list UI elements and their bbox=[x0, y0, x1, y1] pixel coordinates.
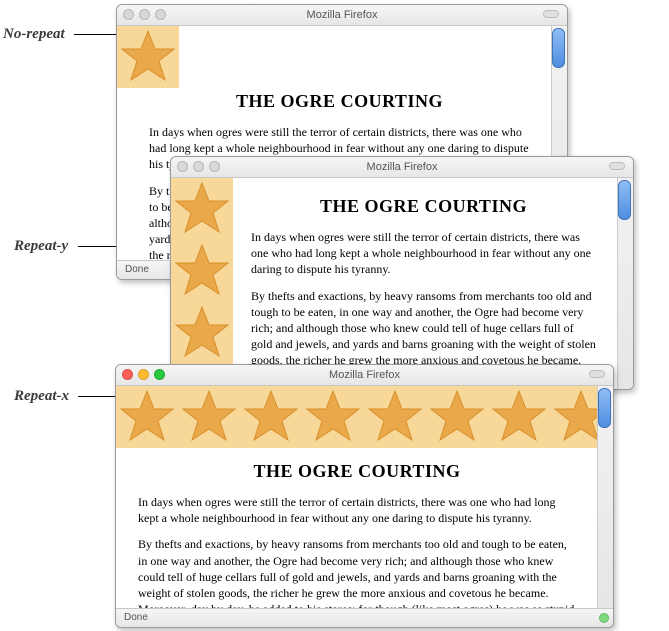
window-title: Mozilla Firefox bbox=[307, 9, 378, 21]
document-heading: THE OGRE COURTING bbox=[138, 461, 576, 482]
label-repeat-y: Repeat-y bbox=[14, 238, 68, 255]
traffic-light-zoom[interactable] bbox=[154, 369, 165, 380]
scrollbar-track[interactable] bbox=[597, 386, 613, 610]
document-heading: THE OGRE COURTING bbox=[149, 91, 530, 112]
status-bar: Done bbox=[116, 608, 613, 627]
star-icon bbox=[240, 386, 302, 448]
traffic-light-min[interactable] bbox=[139, 9, 150, 20]
star-icon bbox=[550, 386, 598, 448]
titlebar-pill-icon[interactable] bbox=[589, 370, 605, 378]
status-text: Done bbox=[124, 612, 148, 623]
star-icon bbox=[364, 386, 426, 448]
label-repeat-x: Repeat-x bbox=[14, 388, 69, 405]
window-titlebar[interactable]: Mozilla Firefox bbox=[117, 5, 567, 26]
star-icon bbox=[171, 240, 233, 302]
browser-window-repeatx: Mozilla Firefox bbox=[115, 364, 614, 628]
status-text: Done bbox=[125, 264, 149, 275]
document-body: THE OGRE COURTING In days when ogres wer… bbox=[171, 178, 618, 390]
traffic-light-zoom[interactable] bbox=[209, 161, 220, 172]
page-viewport: THE OGRE COURTING In days when ogres wer… bbox=[116, 386, 613, 610]
star-icon bbox=[488, 386, 550, 448]
window-titlebar[interactable]: Mozilla Firefox bbox=[116, 365, 613, 386]
traffic-light-min[interactable] bbox=[193, 161, 204, 172]
star-icon bbox=[302, 386, 364, 448]
scrollbar-thumb[interactable] bbox=[552, 28, 565, 68]
star-icon bbox=[426, 386, 488, 448]
window-title: Mozilla Firefox bbox=[329, 369, 400, 381]
titlebar-pill-icon[interactable] bbox=[609, 162, 625, 170]
figure-stage: No-repeat Repeat-y Repeat-x Mozilla Fire… bbox=[0, 0, 669, 631]
scrollbar-thumb[interactable] bbox=[598, 388, 611, 428]
star-icon bbox=[171, 302, 233, 364]
document-paragraph: In days when ogres were still the terror… bbox=[138, 494, 576, 526]
traffic-light-close[interactable] bbox=[177, 161, 188, 172]
status-dot-icon bbox=[599, 613, 609, 623]
star-icon bbox=[116, 386, 178, 448]
document-paragraph: In days when ogres were still the terror… bbox=[251, 229, 596, 278]
star-icon bbox=[117, 26, 179, 88]
traffic-light-close[interactable] bbox=[123, 9, 134, 20]
browser-window-repeaty: Mozilla Firefox THE OGRE COURTING In day… bbox=[170, 156, 634, 390]
bg-star-norepeat bbox=[117, 26, 179, 88]
window-titlebar[interactable]: Mozilla Firefox bbox=[171, 157, 633, 178]
scrollbar-thumb[interactable] bbox=[618, 180, 631, 220]
document-paragraph: By thefts and exactions, by heavy ransom… bbox=[138, 536, 576, 610]
bg-star-repeatx bbox=[116, 386, 598, 448]
label-no-repeat: No-repeat bbox=[3, 26, 65, 43]
traffic-light-close[interactable] bbox=[122, 369, 133, 380]
bg-star-repeaty bbox=[171, 178, 233, 390]
titlebar-pill-icon[interactable] bbox=[543, 10, 559, 18]
window-title: Mozilla Firefox bbox=[367, 161, 438, 173]
scrollbar-track[interactable] bbox=[617, 178, 633, 390]
traffic-light-zoom[interactable] bbox=[155, 9, 166, 20]
document-heading: THE OGRE COURTING bbox=[251, 196, 596, 217]
page-viewport: THE OGRE COURTING In days when ogres wer… bbox=[171, 178, 633, 390]
traffic-light-min[interactable] bbox=[138, 369, 149, 380]
star-icon bbox=[178, 386, 240, 448]
star-icon bbox=[171, 178, 233, 240]
